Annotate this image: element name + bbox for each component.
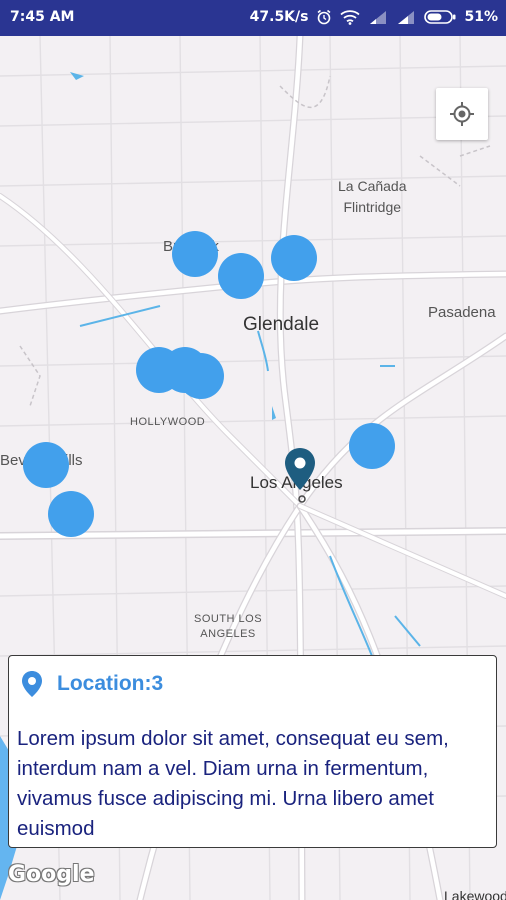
info-card-title: Location:3 [57,672,164,695]
map-label-south-los: SOUTH LOS [194,613,263,625]
map-label-hollywood: HOLLYWOOD [130,416,206,428]
location-info-card[interactable]: Location:3 Lorem ipsum dolor sit amet, c… [8,655,497,848]
alarm-icon [316,9,332,25]
network-speed: 47.5K/s [249,9,309,25]
signal-icon [368,10,388,24]
my-location-button[interactable] [436,88,488,140]
crosshair-icon [450,102,474,126]
map-label-la-canada: La Cañada Flintridge [338,176,407,218]
wifi-icon [340,9,361,25]
map-label-angeles: ANGELES [200,628,256,640]
info-card-description: Lorem ipsum dolor sit amet, consequat eu… [17,727,449,840]
cluster-marker[interactable] [349,423,395,469]
info-card-header: Location:3 [21,670,163,698]
battery-percent: 51% [464,9,498,25]
map-label-glendale: Glendale [243,314,320,335]
map-label-pasadena: Pasadena [428,304,496,321]
signal-icon [396,10,416,24]
map-pin-icon [22,671,42,697]
cluster-marker[interactable] [178,353,224,399]
map-label-la-canada-line1: La Cañada [338,178,407,194]
cluster-marker[interactable] [48,491,94,537]
location-pin-icon[interactable] [283,446,317,506]
status-time: 7:45 AM [10,9,75,25]
google-logo: Google [8,862,95,887]
map-label-south-los-angeles: SOUTH LOS ANGELES [194,612,262,642]
map-label-flintridge: Flintridge [343,199,402,215]
map-label-lakewood: Lakewood [444,888,506,900]
cluster-marker[interactable] [172,231,218,277]
battery-icon [424,10,456,24]
cluster-marker[interactable] [271,235,317,281]
cluster-marker[interactable] [218,253,264,299]
status-bar: 7:45 AM 47.5K/s 51% [0,0,506,36]
cluster-marker[interactable] [23,442,69,488]
